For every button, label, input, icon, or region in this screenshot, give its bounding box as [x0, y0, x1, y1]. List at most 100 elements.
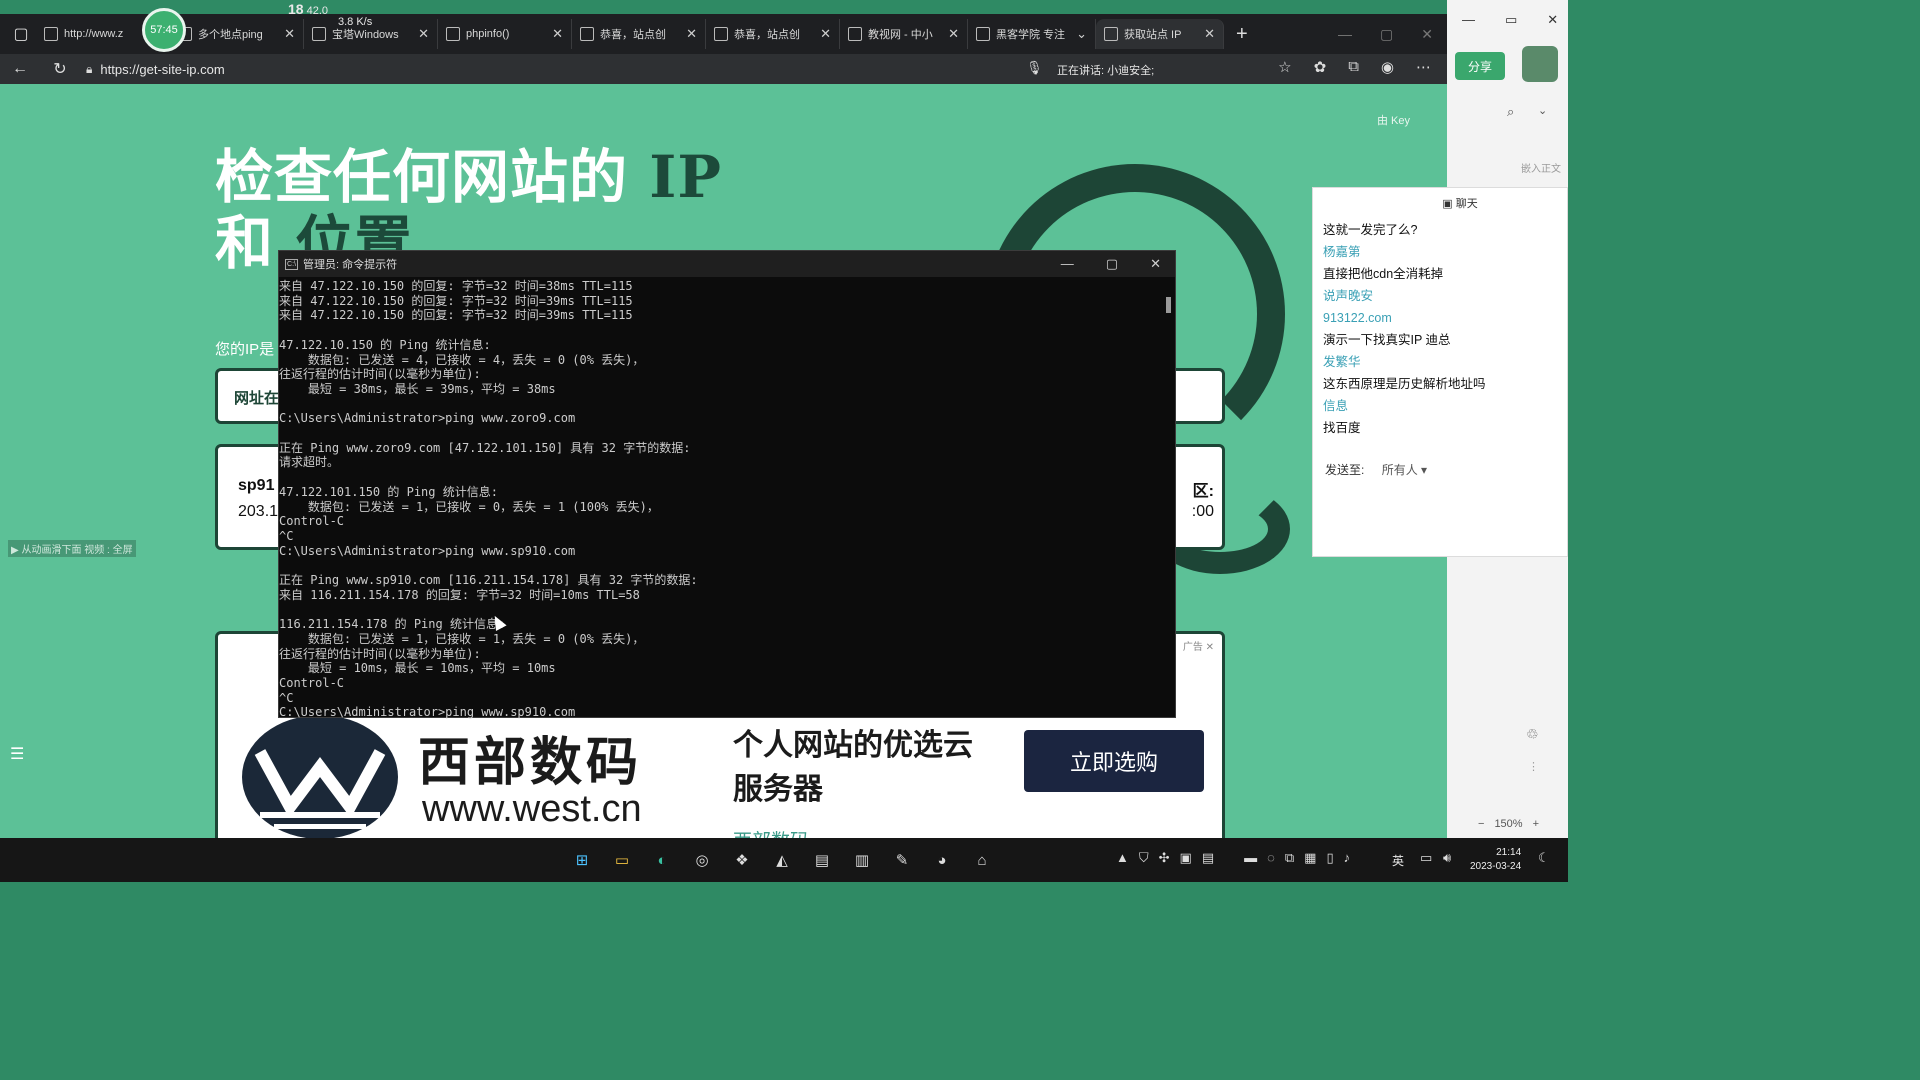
- close-icon[interactable]: ✕: [1547, 12, 1558, 28]
- cmd-line: 最短 = 38ms，最长 = 39ms，平均 = 38ms: [279, 381, 556, 396]
- minimize-icon[interactable]: —: [1462, 12, 1475, 28]
- file-explorer-icon[interactable]: ▭: [610, 848, 634, 872]
- hero-title-line2-prefix: 和: [215, 209, 275, 277]
- chevron-down-icon[interactable]: ⌄: [1076, 26, 1087, 42]
- more-icon[interactable]: ⋯: [1416, 58, 1431, 76]
- cmd-line: Control-C: [279, 514, 345, 529]
- network-icon[interactable]: ▭: [1420, 850, 1432, 866]
- result-ip: 203.1: [238, 503, 279, 520]
- close-icon[interactable]: ✕: [686, 26, 697, 42]
- tray-app-icon[interactable]: ◌: [1267, 850, 1275, 866]
- tray-app-icon[interactable]: ▯: [1326, 850, 1333, 866]
- favorites-icon[interactable]: ☆: [1278, 58, 1291, 76]
- send-to-select[interactable]: 所有人 ▾: [1382, 463, 1427, 477]
- zoom-out-button[interactable]: −: [1478, 818, 1484, 830]
- screenshot-icon[interactable]: ◭: [770, 848, 794, 872]
- more-icon[interactable]: ⋮: [1528, 760, 1539, 773]
- collections-icon[interactable]: ⧉: [1348, 58, 1359, 76]
- maximize-icon[interactable]: ▢: [1106, 256, 1118, 272]
- input-language[interactable]: 英: [1392, 852, 1404, 869]
- remote-icon[interactable]: ⌂: [970, 848, 994, 872]
- avatar[interactable]: [1522, 46, 1558, 82]
- cmd-titlebar[interactable]: C:\ 管理员: 命令提示符 — ▢ ✕: [279, 251, 1175, 277]
- reload-icon[interactable]: ↻: [40, 59, 80, 79]
- tray-app-icon[interactable]: ▲: [1116, 850, 1129, 866]
- close-icon[interactable]: ✕: [1204, 26, 1215, 42]
- notification-icon[interactable]: ☾: [1538, 850, 1550, 866]
- cmd-line: 来自 47.122.10.150 的回复: 字节=32 时间=39ms TTL=…: [279, 293, 633, 308]
- net-up: 42.0: [306, 5, 329, 17]
- tab-3[interactable]: phpinfo() ✕: [438, 19, 572, 49]
- chevron-down-icon[interactable]: ⌄: [1538, 104, 1547, 117]
- chat-sender-name: 杨嘉第: [1323, 245, 1361, 259]
- video-control-bar[interactable]: ▶ 从动画滑下面 视频 : 全屏: [8, 540, 136, 557]
- tab-favicon: [446, 27, 460, 41]
- cmd-line: [279, 426, 1175, 441]
- ad-tag[interactable]: 广告 ✕: [1183, 638, 1214, 653]
- mic-icon[interactable]: ♪: [1344, 850, 1351, 866]
- recording-timer[interactable]: 57:45: [142, 8, 186, 52]
- tray-app-icon[interactable]: ▣: [1180, 850, 1192, 866]
- command-prompt-window[interactable]: C:\ 管理员: 命令提示符 — ▢ ✕ 来自 47.122.10.150 的回…: [278, 250, 1176, 720]
- shield-icon[interactable]: ⛉: [1139, 850, 1149, 866]
- profile-icon[interactable]: ◉: [1381, 58, 1394, 76]
- mic-icon[interactable]: 🎙︎: [1026, 60, 1043, 76]
- app-icon[interactable]: ❖: [730, 848, 754, 872]
- tab-actions-icon[interactable]: ▢: [6, 24, 36, 44]
- embed-hint[interactable]: 嵌入正文: [1521, 160, 1561, 175]
- close-icon[interactable]: ✕: [1150, 256, 1161, 272]
- tab-5[interactable]: 恭喜，站点创 ✕: [706, 19, 840, 49]
- share-button[interactable]: 分享: [1455, 52, 1505, 80]
- chrome-icon[interactable]: ◎: [690, 848, 714, 872]
- chat-sender-name: 说声晚安: [1323, 289, 1374, 303]
- tray-app-icon[interactable]: ▬: [1244, 850, 1257, 866]
- shirt-icon[interactable]: ♲: [1526, 726, 1539, 743]
- tray-app-icon[interactable]: ▦: [1304, 850, 1316, 866]
- minimize-icon[interactable]: —: [1338, 26, 1352, 43]
- terminal-icon: C:\: [285, 258, 298, 270]
- tab-4[interactable]: 恭喜，站点创 ✕: [572, 19, 706, 49]
- cmd-line: [279, 397, 1175, 412]
- steam-icon[interactable]: ◕: [930, 848, 954, 872]
- ad-slogan-line1: 个人网站的优选云: [733, 729, 973, 762]
- tab-8[interactable]: 获取站点 IP ✕: [1096, 19, 1224, 49]
- chat-messages: 这就一发完了么? 杨嘉第 直接把他cdn全消耗掉 说声晚安 913122.com 演示一下…: [1313, 215, 1567, 443]
- close-icon[interactable]: ✕: [284, 26, 295, 42]
- maximize-icon[interactable]: ▢: [1380, 26, 1393, 43]
- network-speed-indicator: 18 42.0 3.8 K/s: [288, 2, 372, 28]
- back-icon[interactable]: ←: [0, 60, 40, 78]
- cmd-output[interactable]: 来自 47.122.10.150 的回复: 字节=32 时间=38ms TTL=…: [279, 277, 1175, 720]
- tray-app-icon[interactable]: ⧉: [1285, 850, 1294, 866]
- close-icon[interactable]: ✕: [418, 26, 429, 42]
- edge-icon[interactable]: ◐: [650, 848, 674, 872]
- editor-icon[interactable]: ✎: [890, 848, 914, 872]
- terminal-icon[interactable]: ▤: [810, 848, 834, 872]
- extensions-icon[interactable]: ✿: [1314, 58, 1327, 76]
- start-icon[interactable]: ⊞: [570, 848, 594, 872]
- close-icon[interactable]: ✕: [1421, 26, 1433, 43]
- lock-icon[interactable]: 🔒︎: [86, 62, 92, 77]
- zoom-in-button[interactable]: +: [1533, 818, 1539, 830]
- close-icon[interactable]: ✕: [820, 26, 831, 42]
- tab-7[interactable]: 黑客学院 专注 ⌄: [968, 19, 1096, 49]
- buy-now-button[interactable]: 立即选购: [1024, 730, 1204, 792]
- cmd-scrollbar[interactable]: [1166, 297, 1171, 313]
- new-tab-button[interactable]: +: [1224, 23, 1260, 46]
- tab-favicon: [848, 27, 862, 41]
- notepad-icon[interactable]: ▥: [850, 848, 874, 872]
- url-field[interactable]: https://get-site-ip.com: [100, 62, 224, 77]
- list-icon[interactable]: ☰: [10, 744, 24, 764]
- tab-6[interactable]: 教视网 - 中小 ✕: [840, 19, 968, 49]
- search-icon[interactable]: ⌕: [1507, 104, 1514, 120]
- tray-app-icon[interactable]: ✣: [1159, 850, 1170, 866]
- tab-label: 黑客学院 专注: [996, 29, 1066, 41]
- tray-app-icon[interactable]: ▤: [1202, 850, 1214, 866]
- close-icon[interactable]: ✕: [948, 26, 959, 42]
- close-icon[interactable]: ✕: [552, 26, 563, 42]
- tab-1[interactable]: 多个地点ping ✕: [170, 19, 304, 49]
- minimize-icon[interactable]: —: [1061, 256, 1074, 272]
- restore-icon[interactable]: ▭: [1505, 12, 1517, 28]
- clock-date: 2023-03-24: [1470, 861, 1522, 872]
- system-clock[interactable]: 21:14 2023-03-24: [1470, 846, 1521, 874]
- volume-icon[interactable]: 🔊︎: [1443, 850, 1451, 866]
